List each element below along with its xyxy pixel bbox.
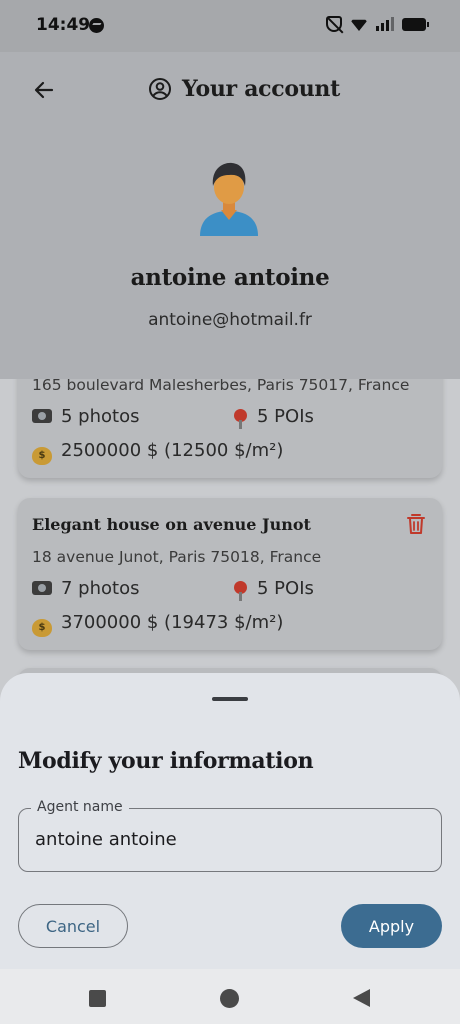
money-bag-icon: $ [32, 619, 52, 637]
home-icon[interactable] [220, 989, 239, 1008]
property-photos: 5 photos [32, 406, 139, 427]
status-icons [326, 16, 429, 32]
wifi-icon [350, 19, 368, 31]
money-bag-icon: $ [32, 447, 52, 465]
avatar [200, 162, 258, 236]
status-bar: 14:49 [0, 0, 460, 52]
camera-icon [32, 581, 52, 595]
back-triangle-icon[interactable] [353, 989, 370, 1007]
property-pois: 5 POIs [234, 406, 314, 429]
price-text: 2500000 $ (12500 $/m²) [61, 440, 284, 461]
price-text: 3700000 $ (19473 $/m²) [61, 612, 284, 633]
account-header: Your account antoine antoine antoine@hot… [0, 52, 460, 379]
property-price: $3700000 $ (19473 $/m²) [32, 612, 283, 637]
user-name: antoine antoine [130, 264, 330, 291]
cancel-button[interactable]: Cancel [18, 904, 128, 948]
page-title: Your account [182, 76, 340, 102]
delete-icon[interactable] [406, 513, 426, 535]
battery-icon [402, 17, 429, 31]
camera-icon [32, 409, 52, 423]
signal-icon [376, 17, 394, 31]
account-circle-icon [149, 78, 171, 100]
messenger-icon [89, 18, 104, 33]
property-pois: 5 POIs [234, 578, 314, 601]
property-address: 18 avenue Junot, Paris 75018, France [32, 548, 322, 566]
property-price: $2500000 $ (12500 $/m²) [32, 440, 283, 465]
pois-count: 5 POIs [257, 406, 314, 427]
photos-count: 7 photos [61, 578, 140, 599]
pois-count: 5 POIs [257, 578, 314, 599]
mute-icon [326, 16, 342, 32]
sheet-title: Modify your information [18, 748, 314, 774]
property-card[interactable]: Elegant house on avenue Junot 18 avenue … [18, 498, 442, 650]
apply-button[interactable]: Apply [341, 904, 442, 948]
page-title-group: Your account [148, 76, 340, 102]
arrow-left-icon[interactable] [32, 78, 56, 102]
modify-info-sheet: Modify your information Agent name Cance… [0, 673, 460, 969]
agent-name-field[interactable]: Agent name [18, 799, 442, 872]
agent-name-input[interactable] [35, 809, 425, 870]
drag-handle[interactable] [212, 697, 248, 701]
pin-icon [234, 409, 247, 429]
user-email: antoine@hotmail.fr [148, 310, 312, 330]
pin-icon [234, 581, 247, 601]
recents-icon[interactable] [89, 990, 106, 1007]
property-title: Elegant house on avenue Junot [32, 515, 311, 534]
photos-count: 5 photos [61, 406, 140, 427]
status-time: 14:49 [36, 15, 91, 35]
screen: 14:49 Your account antoine antoine antoi… [0, 0, 460, 1024]
property-photos: 7 photos [32, 578, 139, 599]
system-nav-bar [0, 969, 460, 1024]
